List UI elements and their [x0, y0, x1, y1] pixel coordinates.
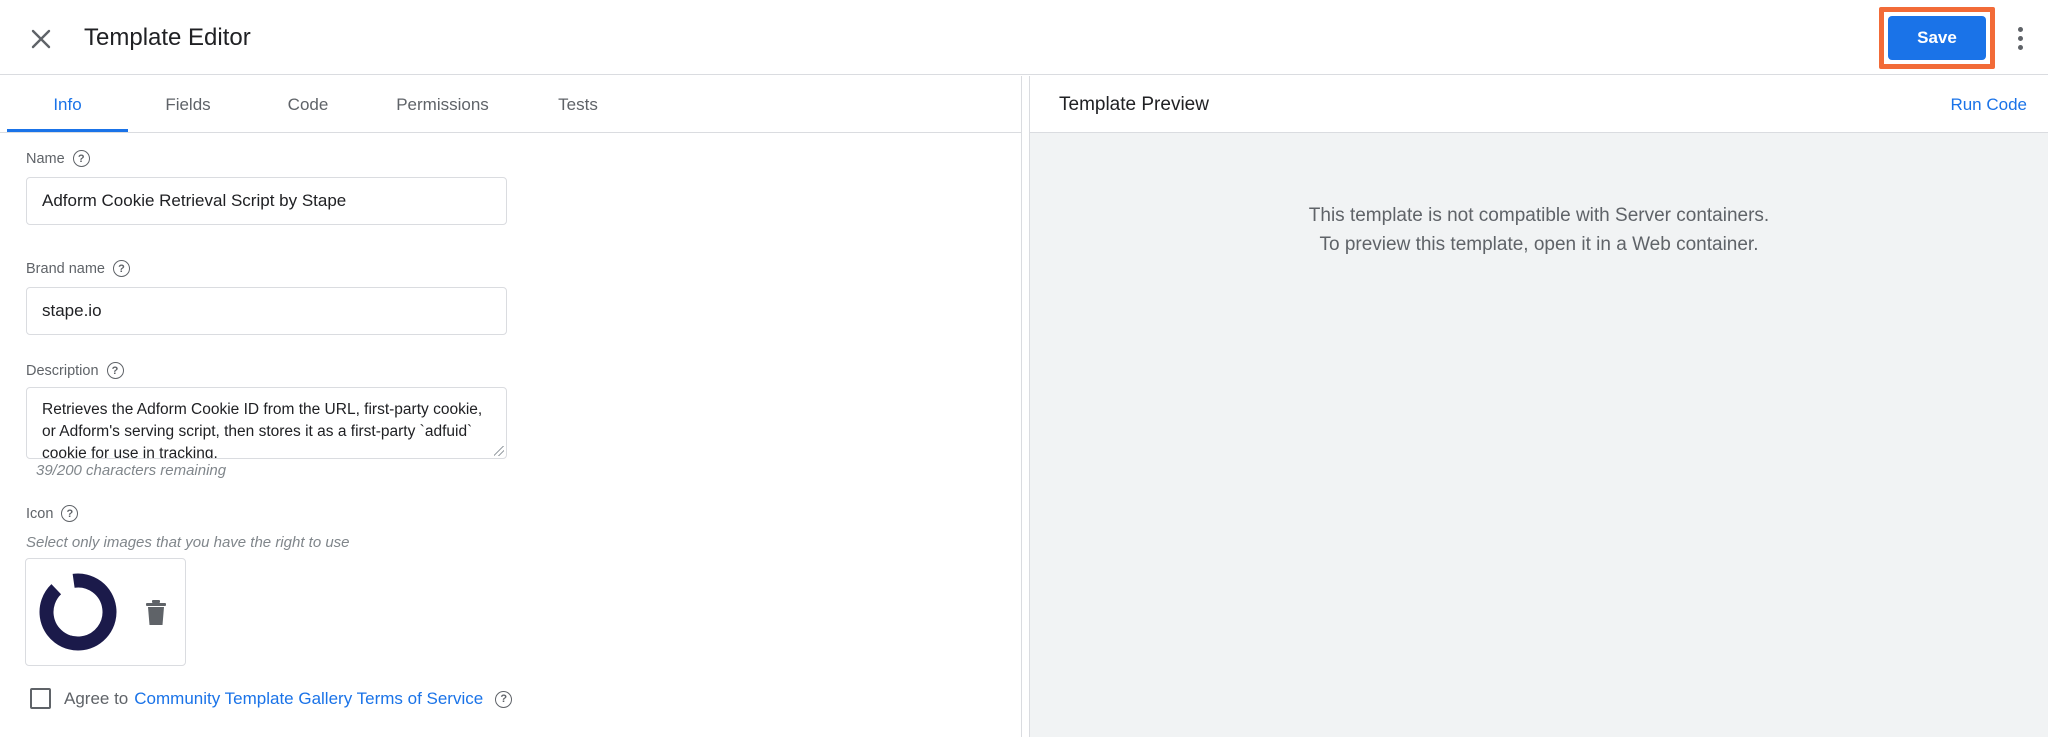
page-title: Template Editor [84, 24, 251, 51]
preview-title: Template Preview [1059, 94, 1209, 115]
tab-info[interactable]: Info [7, 76, 128, 133]
characters-remaining: 39/200 characters remaining [36, 462, 227, 479]
editor-panel: Info Fields Code Permissions Tests Name … [0, 76, 1021, 737]
brand-name-input[interactable]: stape.io [26, 287, 507, 335]
description-textarea[interactable]: Retrieves the Adform Cookie ID from the … [26, 387, 507, 459]
name-label-row: Name ? [26, 150, 90, 167]
preview-header: Template Preview Run Code [1030, 76, 2048, 133]
save-button[interactable]: Save [1888, 16, 1986, 60]
kebab-menu-icon [2017, 26, 2023, 32]
stape-logo-icon [39, 573, 117, 651]
name-input[interactable]: Adform Cookie Retrieval Script by Stape [26, 177, 507, 225]
more-options-button[interactable] [2010, 22, 2030, 54]
close-button[interactable] [24, 22, 58, 56]
brand-name-label: Brand name [26, 260, 105, 277]
agree-checkbox[interactable] [30, 688, 51, 709]
icon-label-row: Icon ? [26, 505, 79, 522]
icon-preview-box [25, 558, 186, 666]
agree-row: Agree to Community Template Gallery Term… [64, 689, 513, 709]
close-icon [31, 29, 51, 49]
brand-label-row: Brand name ? [26, 260, 130, 277]
name-label: Name [26, 150, 65, 167]
help-icon[interactable]: ? [61, 505, 79, 522]
preview-message-line-1: This template is not compatible with Ser… [1308, 205, 1770, 226]
icon-hint: Select only images that you have the rig… [26, 534, 350, 551]
active-tab-indicator [7, 129, 128, 132]
agree-prefix: Agree to [64, 689, 129, 708]
terms-of-service-link[interactable]: Community Template Gallery Terms of Serv… [134, 689, 483, 709]
tab-bar: Info Fields Code Permissions Tests [0, 76, 1021, 133]
tab-code[interactable]: Code [248, 76, 368, 133]
trash-icon[interactable] [144, 599, 168, 627]
description-label: Description [26, 362, 99, 379]
panel-splitter[interactable] [1021, 76, 1030, 737]
run-code-button[interactable]: Run Code [1950, 95, 2027, 115]
preview-message: This template is not compatible with Ser… [1030, 201, 2048, 259]
tab-fields[interactable]: Fields [128, 76, 248, 133]
help-icon[interactable]: ? [106, 362, 124, 379]
resize-handle[interactable] [494, 446, 504, 456]
preview-panel: Template Preview Run Code This template … [1030, 76, 2048, 737]
preview-message-line-2: To preview this template, open it in a W… [1319, 234, 1759, 255]
tab-permissions[interactable]: Permissions [380, 76, 505, 133]
icon-label: Icon [26, 505, 54, 522]
description-text: Retrieves the Adform Cookie ID from the … [42, 401, 483, 459]
top-bar: Template Editor Save [0, 0, 2048, 75]
help-icon[interactable]: ? [495, 690, 513, 708]
help-icon[interactable]: ? [72, 150, 90, 167]
tab-tests[interactable]: Tests [520, 76, 636, 133]
description-label-row: Description ? [26, 362, 124, 379]
help-icon[interactable]: ? [113, 260, 130, 277]
